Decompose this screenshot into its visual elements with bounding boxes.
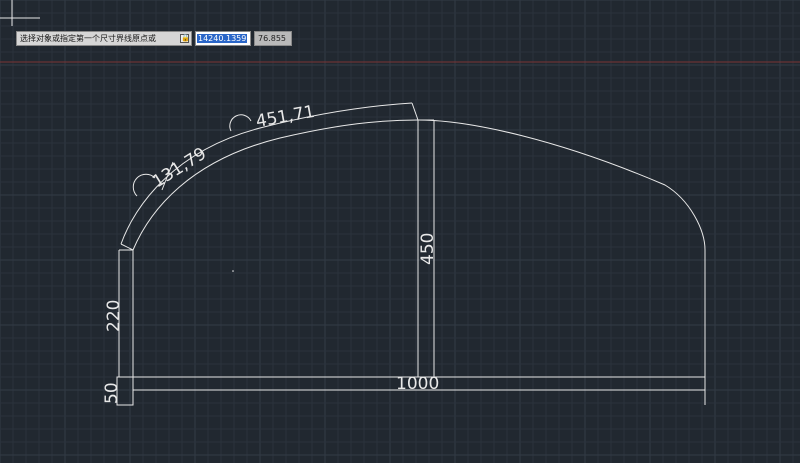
stray-point: [232, 270, 234, 272]
drawing-geometry: [116, 102, 706, 406]
dim-arc-small: 131,79: [149, 144, 210, 192]
lock-icon[interactable]: 🔒: [180, 34, 190, 43]
dim-base-width: 1000: [396, 374, 439, 394]
dim-height-left: 220: [104, 300, 124, 332]
dim-base-height: 50: [102, 382, 122, 404]
command-prompt-text: 选择对象或指定第一个尺寸界线原点或: [20, 34, 156, 43]
dim-height-center: 450: [418, 233, 438, 265]
dimension-labels: 131,79 451,71 450 220 50 1000: [102, 102, 439, 404]
command-prompt: 选择对象或指定第一个尺寸界线原点或 🔒: [16, 31, 192, 46]
coord-y-value[interactable]: 76.855: [258, 34, 286, 43]
coord-x-value[interactable]: 14240.1359: [197, 34, 248, 43]
dim-arc-large: 451,71: [254, 102, 316, 132]
coord-y-input[interactable]: 76.855: [254, 31, 292, 46]
drawing-canvas[interactable]: 131,79 451,71 450 220 50 1000: [0, 0, 800, 463]
coord-x-input[interactable]: 14240.1359: [195, 31, 251, 46]
